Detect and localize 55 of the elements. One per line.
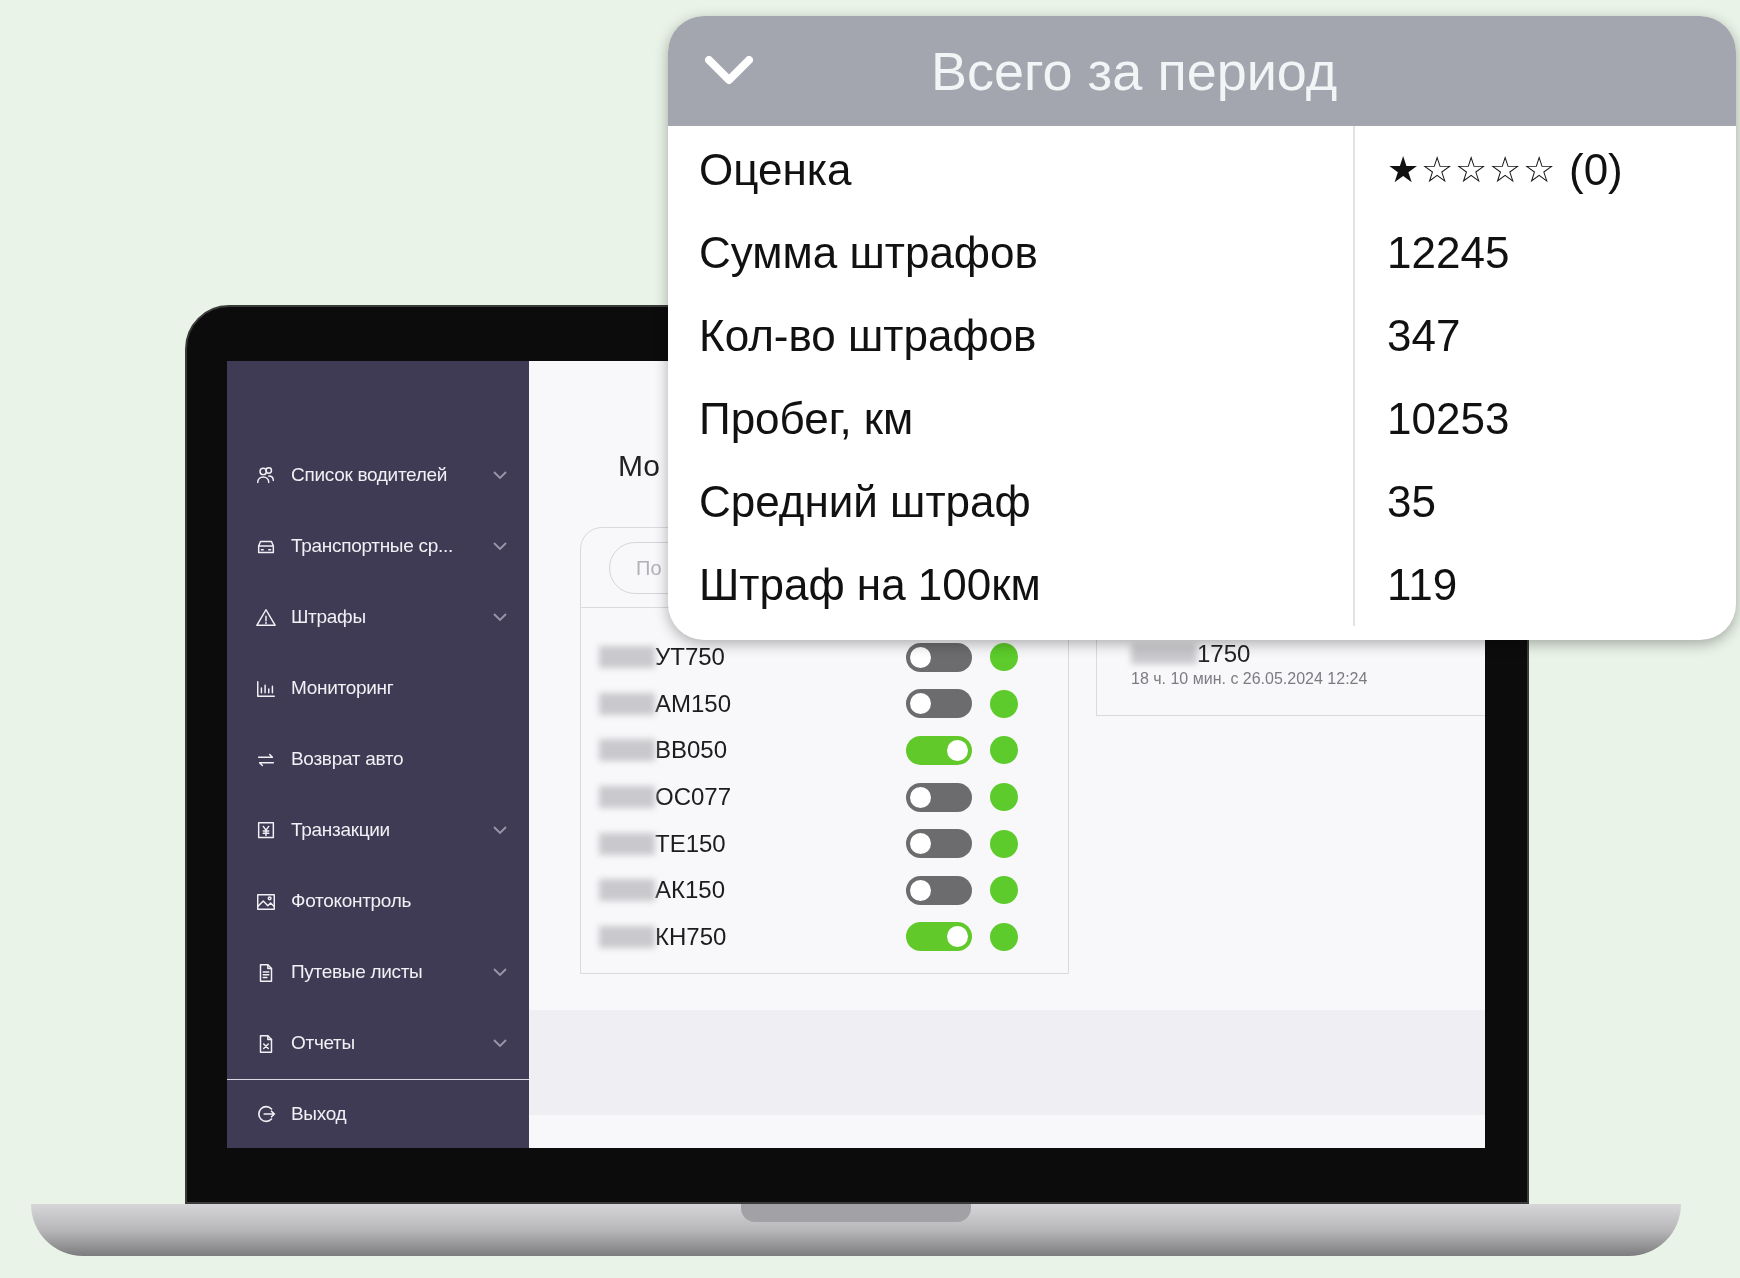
stat-value: 12245 bbox=[1387, 226, 1511, 279]
blurred-text bbox=[599, 925, 655, 948]
toggle-switch[interactable] bbox=[906, 782, 972, 812]
popup-title: Всего за период bbox=[931, 39, 1338, 103]
sidebar-item[interactable]: Фотоконтроль bbox=[227, 866, 529, 937]
star-empty-icon: ☆ bbox=[1455, 151, 1487, 188]
stat-label: Кол-во штрафов bbox=[699, 309, 1038, 362]
sidebar-item[interactable]: Путевые листы bbox=[227, 937, 529, 1008]
duration-text: 18 ч. 10 мин. с 26.05.2024 12:24 bbox=[1131, 669, 1369, 689]
warning-icon bbox=[255, 606, 277, 629]
sidebar-item[interactable]: Транспортные ср... bbox=[227, 511, 529, 582]
sidebar-item[interactable]: Список водителей bbox=[227, 440, 529, 511]
sidebar-item[interactable]: Возврат авто bbox=[227, 724, 529, 795]
toggle-switch[interactable] bbox=[906, 689, 972, 719]
plate-number: ОС077 bbox=[655, 782, 733, 813]
stat-label: Средний штраф bbox=[699, 475, 1032, 528]
plate-number: ТЕ150 bbox=[655, 828, 727, 859]
blurred-text bbox=[599, 739, 655, 762]
sidebar-item[interactable]: Отчеты bbox=[227, 1008, 529, 1079]
logout-icon bbox=[255, 1103, 277, 1125]
stat-value: 10253 bbox=[1387, 392, 1511, 445]
stat-value: 35 bbox=[1387, 475, 1437, 528]
stat-label: Оценка bbox=[699, 143, 853, 196]
blurred-text bbox=[599, 646, 655, 669]
stat-label: Пробег, км bbox=[699, 392, 915, 445]
blurred-text bbox=[599, 786, 655, 809]
star-empty-icon: ☆ bbox=[1523, 151, 1555, 188]
plate-number: 1750 bbox=[1197, 642, 1251, 666]
toggle-switch[interactable] bbox=[906, 922, 972, 952]
sidebar-item[interactable]: Мониторинг bbox=[227, 653, 529, 724]
stat-value: 347 bbox=[1387, 309, 1462, 362]
blurred-text bbox=[599, 879, 655, 902]
plate-number: КН750 bbox=[655, 921, 728, 952]
toggle-switch[interactable] bbox=[906, 875, 972, 905]
blurred-text bbox=[599, 692, 655, 715]
stat-label: Штраф на 100км bbox=[699, 558, 1042, 611]
plate-number: УТ750 bbox=[655, 642, 726, 673]
star-empty-icon: ☆ bbox=[1421, 151, 1453, 188]
stat-label: Сумма штрафов bbox=[699, 226, 1039, 279]
sidebar-item[interactable]: Транзакции bbox=[227, 795, 529, 866]
plate-number: АК150 bbox=[655, 875, 727, 906]
toggle-switch[interactable] bbox=[906, 642, 972, 672]
plate-number: АМ150 bbox=[655, 688, 733, 719]
star-empty-icon: ☆ bbox=[1489, 151, 1521, 188]
star-filled-icon: ★ bbox=[1387, 151, 1419, 188]
logout-item[interactable]: Выход bbox=[227, 1080, 529, 1148]
sidebar-item[interactable]: Штрафы bbox=[227, 582, 529, 653]
blurred-text bbox=[1131, 644, 1197, 664]
toggle-switch[interactable] bbox=[906, 736, 972, 765]
plate-number: ВВ050 bbox=[655, 735, 729, 766]
stat-value: 119 bbox=[1387, 558, 1459, 611]
toggle-switch[interactable] bbox=[906, 829, 972, 859]
rating-count: (0) bbox=[1569, 143, 1623, 196]
blurred-text bbox=[599, 832, 655, 855]
page-title: Мо bbox=[618, 448, 660, 484]
